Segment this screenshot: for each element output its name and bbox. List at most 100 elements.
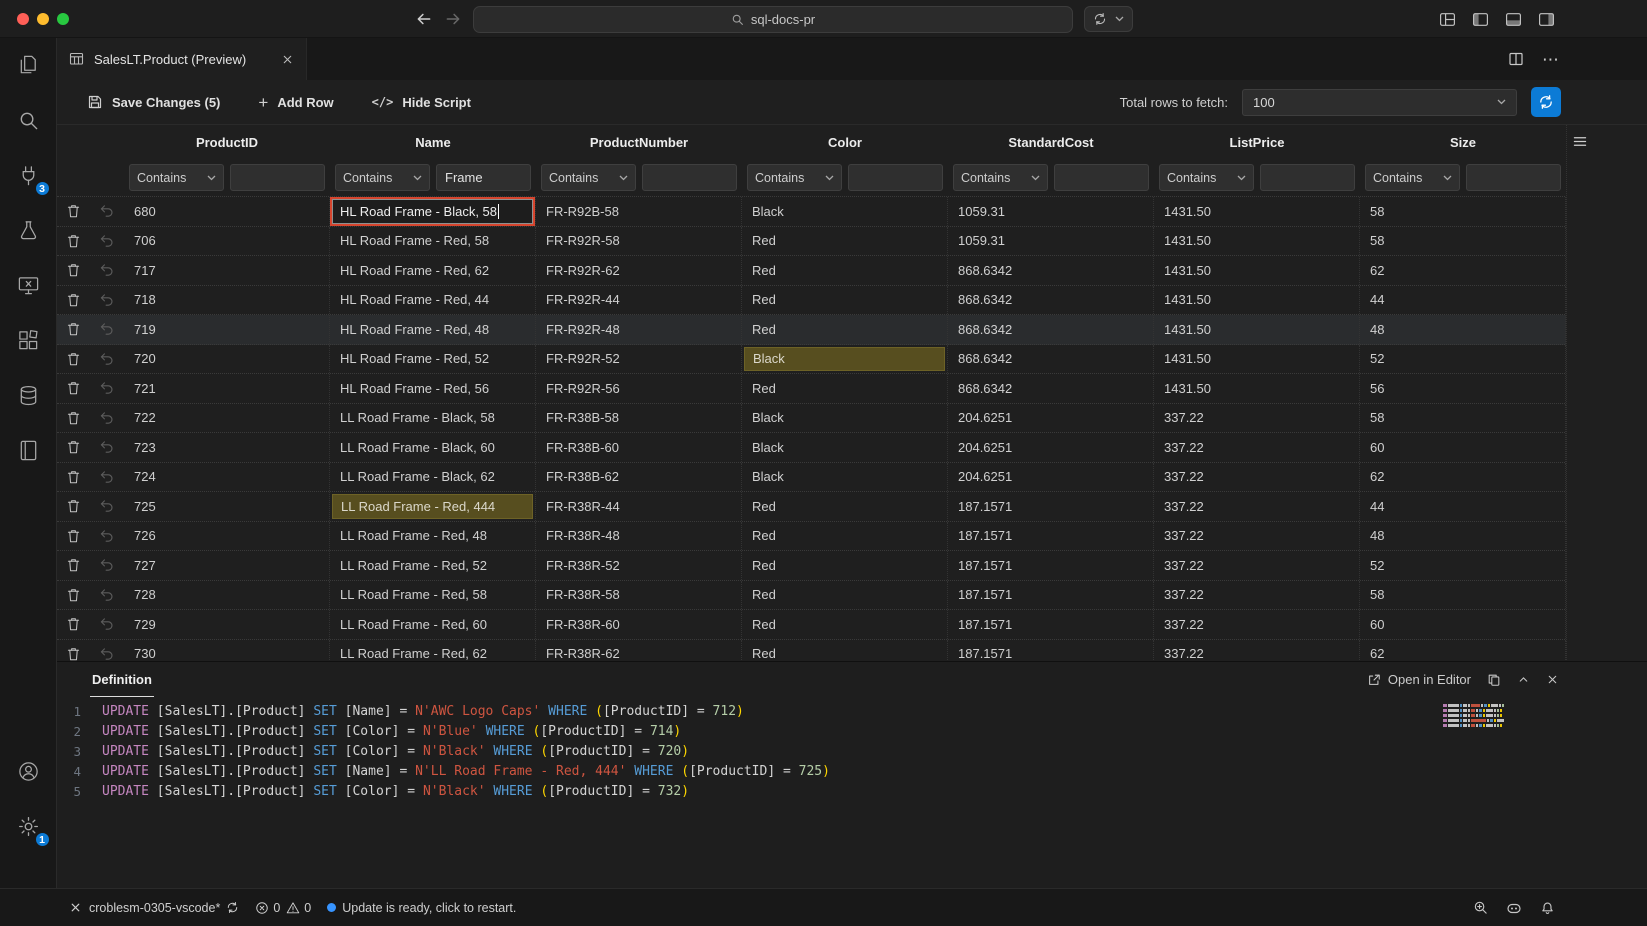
table-row-726[interactable]: 726LL Road Frame - Red, 48FR-R38R-48Red1… bbox=[57, 522, 1647, 552]
sidebar-item-settings[interactable]: 1 bbox=[0, 799, 57, 854]
cell-color[interactable]: Red bbox=[742, 522, 948, 551]
cell-standardcost[interactable]: 868.6342 bbox=[948, 374, 1154, 403]
table-row-718[interactable]: 718HL Road Frame - Red, 44FR-R92R-44Red8… bbox=[57, 286, 1647, 316]
revert-row-button[interactable] bbox=[90, 492, 124, 521]
cell-standardcost[interactable]: 204.6251 bbox=[948, 463, 1154, 492]
cell-name[interactable]: LL Road Frame - Black, 62 bbox=[330, 463, 536, 492]
cell-productnumber[interactable]: FR-R92R-48 bbox=[536, 315, 742, 344]
column-header-productid[interactable]: ProductID bbox=[124, 125, 330, 159]
cell-productnumber[interactable]: FR-R92R-56 bbox=[536, 374, 742, 403]
sidebar-item-connections[interactable]: 3 bbox=[0, 148, 57, 203]
back-button[interactable] bbox=[415, 10, 433, 28]
delete-row-button[interactable] bbox=[57, 227, 90, 256]
revert-row-button[interactable] bbox=[90, 404, 124, 433]
delete-row-button[interactable] bbox=[57, 610, 90, 639]
cell-name[interactable]: LL Road Frame - Red, 48 bbox=[330, 522, 536, 551]
cell-size[interactable]: 60 bbox=[1360, 610, 1566, 639]
cell-name[interactable]: LL Road Frame - Red, 62 bbox=[330, 640, 536, 662]
add-row-button[interactable]: + Add Row bbox=[258, 94, 333, 111]
cell-color[interactable]: Red bbox=[742, 286, 948, 315]
column-header-size[interactable]: Size bbox=[1360, 125, 1566, 159]
revert-row-button[interactable] bbox=[90, 315, 124, 344]
cell-size[interactable]: 52 bbox=[1360, 345, 1566, 374]
revert-row-button[interactable] bbox=[90, 581, 124, 610]
delete-row-button[interactable] bbox=[57, 345, 90, 374]
cell-size[interactable]: 58 bbox=[1360, 227, 1566, 256]
cell-size[interactable]: 60 bbox=[1360, 433, 1566, 462]
cell-listprice[interactable]: 1431.50 bbox=[1154, 227, 1360, 256]
cell-standardcost[interactable]: 868.6342 bbox=[948, 345, 1154, 374]
cell-standardcost[interactable]: 187.1571 bbox=[948, 492, 1154, 521]
remote-indicator[interactable]: croblesm-0305-vscode* bbox=[60, 889, 247, 926]
sidebar-item-remote-disconnect[interactable] bbox=[0, 258, 57, 313]
minimize-window-button[interactable] bbox=[37, 13, 49, 25]
revert-row-button[interactable] bbox=[90, 463, 124, 492]
task-sync-dropdown[interactable] bbox=[1084, 6, 1133, 32]
cell-productid[interactable]: 729 bbox=[124, 610, 330, 639]
more-actions-icon[interactable]: ⋯ bbox=[1542, 51, 1559, 68]
copilot-icon[interactable] bbox=[1506, 900, 1522, 916]
table-row-727[interactable]: 727LL Road Frame - Red, 52FR-R38R-52Red1… bbox=[57, 551, 1647, 581]
filter-input-standardcost[interactable] bbox=[1054, 164, 1149, 191]
filter-operator-dropdown-size[interactable]: Contains bbox=[1365, 164, 1460, 191]
hide-script-button[interactable]: </> Hide Script bbox=[372, 95, 471, 110]
cell-size[interactable]: 58 bbox=[1360, 404, 1566, 433]
table-row-725[interactable]: 725LL Road Frame - Red, 444FR-R38R-44Red… bbox=[57, 492, 1647, 522]
cell-listprice[interactable]: 1431.50 bbox=[1154, 256, 1360, 285]
cell-listprice[interactable]: 337.22 bbox=[1154, 463, 1360, 492]
table-row-729[interactable]: 729LL Road Frame - Red, 60FR-R38R-60Red1… bbox=[57, 610, 1647, 640]
cell-productid[interactable]: 723 bbox=[124, 433, 330, 462]
delete-row-button[interactable] bbox=[57, 315, 90, 344]
cell-size[interactable]: 62 bbox=[1360, 256, 1566, 285]
cell-size[interactable]: 44 bbox=[1360, 286, 1566, 315]
cell-color[interactable]: Black bbox=[742, 197, 948, 226]
revert-row-button[interactable] bbox=[90, 374, 124, 403]
filter-input-productnumber[interactable] bbox=[642, 164, 737, 191]
column-menu-icon[interactable] bbox=[1572, 135, 1588, 148]
cell-productid[interactable]: 720 bbox=[124, 345, 330, 374]
cell-standardcost[interactable]: 187.1571 bbox=[948, 581, 1154, 610]
cell-productnumber[interactable]: FR-R38R-52 bbox=[536, 551, 742, 580]
delete-row-button[interactable] bbox=[57, 374, 90, 403]
cell-color[interactable]: Red bbox=[742, 315, 948, 344]
cell-productnumber[interactable]: FR-R92R-44 bbox=[536, 286, 742, 315]
cell-color[interactable]: Red bbox=[742, 610, 948, 639]
cell-standardcost[interactable]: 187.1571 bbox=[948, 640, 1154, 662]
cell-productid[interactable]: 728 bbox=[124, 581, 330, 610]
total-rows-dropdown[interactable]: 100 bbox=[1242, 89, 1517, 116]
delete-row-button[interactable] bbox=[57, 551, 90, 580]
cell-name[interactable]: LL Road Frame - Black, 58 bbox=[330, 404, 536, 433]
cell-size[interactable]: 62 bbox=[1360, 463, 1566, 492]
cell-productid[interactable]: 722 bbox=[124, 404, 330, 433]
cell-size[interactable]: 58 bbox=[1360, 197, 1566, 226]
table-row-730[interactable]: 730LL Road Frame - Red, 62FR-R38R-62Red1… bbox=[57, 640, 1647, 662]
revert-row-button[interactable] bbox=[90, 433, 124, 462]
save-changes-button[interactable]: Save Changes (5) bbox=[87, 94, 220, 110]
open-in-editor-button[interactable]: Open in Editor bbox=[1367, 672, 1471, 687]
filter-operator-dropdown-productnumber[interactable]: Contains bbox=[541, 164, 636, 191]
table-row-721[interactable]: 721HL Road Frame - Red, 56FR-R92R-56Red8… bbox=[57, 374, 1647, 404]
table-row-719[interactable]: 719HL Road Frame - Red, 48FR-R92R-48Red8… bbox=[57, 315, 1647, 345]
close-tab-icon[interactable] bbox=[281, 53, 294, 66]
cell-standardcost[interactable]: 868.6342 bbox=[948, 286, 1154, 315]
cell-size[interactable]: 48 bbox=[1360, 315, 1566, 344]
split-editor-icon[interactable] bbox=[1508, 51, 1524, 67]
cell-productnumber[interactable]: FR-R38B-60 bbox=[536, 433, 742, 462]
cell-productid[interactable]: 680 bbox=[124, 197, 330, 226]
cell-standardcost[interactable]: 1059.31 bbox=[948, 197, 1154, 226]
refresh-table-button[interactable] bbox=[1531, 87, 1561, 117]
cell-listprice[interactable]: 1431.50 bbox=[1154, 197, 1360, 226]
cell-productid[interactable]: 724 bbox=[124, 463, 330, 492]
cell-name[interactable]: HL Road Frame - Red, 58 bbox=[330, 227, 536, 256]
minimap[interactable] bbox=[1443, 704, 1505, 729]
cell-standardcost[interactable]: 204.6251 bbox=[948, 404, 1154, 433]
cell-color[interactable]: Red bbox=[742, 227, 948, 256]
cell-name[interactable]: HL Road Frame - Red, 44 bbox=[330, 286, 536, 315]
cell-productnumber[interactable]: FR-R92R-58 bbox=[536, 227, 742, 256]
cell-productid[interactable]: 706 bbox=[124, 227, 330, 256]
cell-name[interactable]: HL Road Frame - Red, 56 bbox=[330, 374, 536, 403]
cell-productid[interactable]: 725 bbox=[124, 492, 330, 521]
filter-operator-dropdown-color[interactable]: Contains bbox=[747, 164, 842, 191]
cell-name[interactable]: HL Road Frame - Red, 48 bbox=[330, 315, 536, 344]
column-header-listprice[interactable]: ListPrice bbox=[1154, 125, 1360, 159]
